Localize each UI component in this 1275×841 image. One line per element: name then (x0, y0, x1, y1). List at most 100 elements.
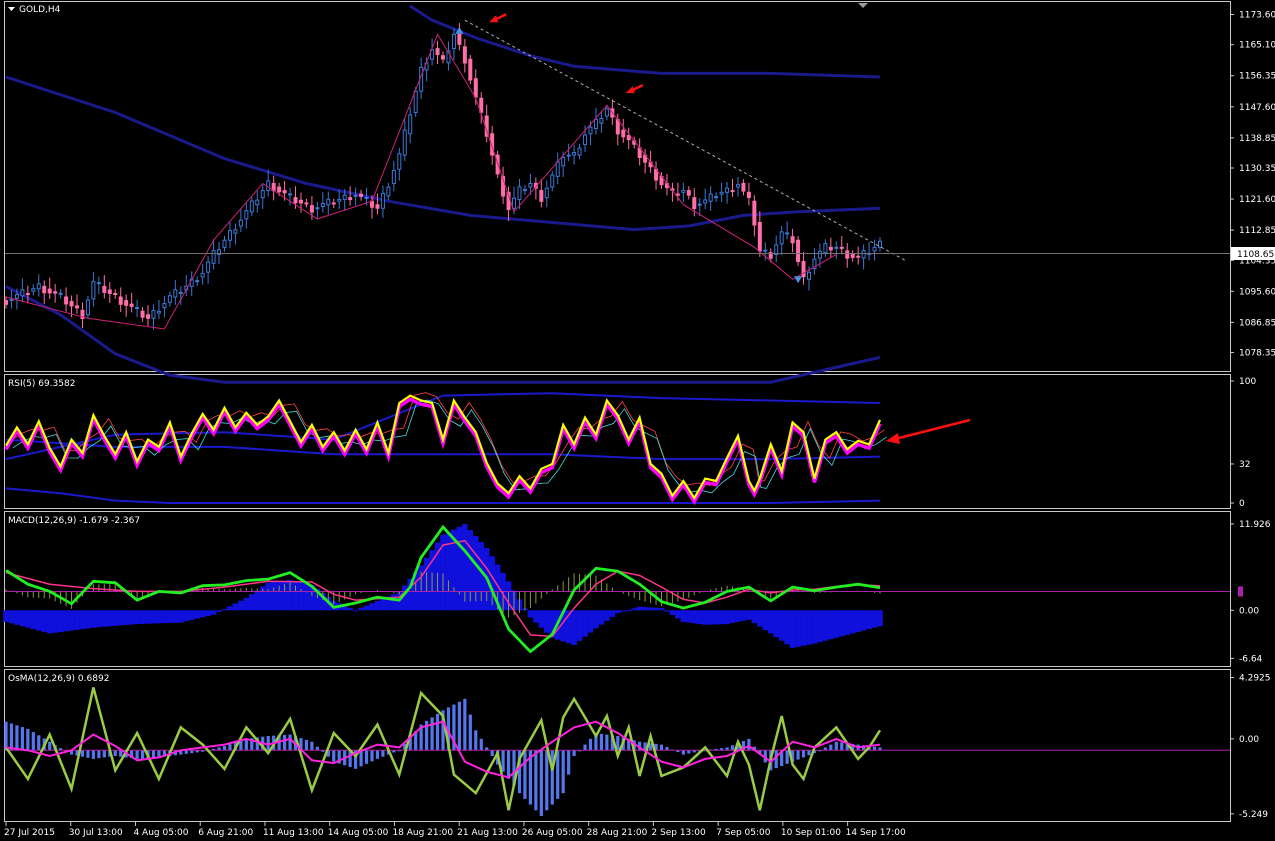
candle-body (156, 310, 161, 314)
macd-area-bar (576, 610, 583, 641)
macd-area-bar (167, 610, 173, 623)
macd-area-bar (292, 581, 299, 611)
macd-area-bar (106, 610, 113, 627)
candle-body (14, 294, 19, 299)
candle-body (309, 205, 314, 213)
candle-body (850, 253, 855, 258)
macd-axis-tick-label: 11.926 (1239, 520, 1271, 530)
macd-axis-tick-label: 0.00 (1239, 606, 1259, 616)
candle-body (555, 161, 560, 177)
osma-histogram-bar (774, 750, 778, 769)
candle-body (107, 289, 112, 294)
time-axis-label: 30 Jul 13:00 (69, 828, 123, 838)
candle-body (162, 303, 167, 309)
osma-histogram-bar (310, 741, 314, 751)
time-axis-label: 7 Sep 05:00 (716, 828, 771, 838)
macd-area-bar (691, 610, 698, 624)
candle-body (151, 310, 156, 319)
candle-body (872, 246, 877, 252)
candle-body (118, 296, 123, 305)
rsi-title: RSI(5) 69.3582 (8, 379, 75, 389)
macd-area-bar (276, 581, 282, 611)
macd-area-bar (35, 610, 42, 631)
osma-histogram-bar (97, 750, 101, 759)
candle-body (391, 169, 396, 184)
macd-area-bar (631, 608, 637, 611)
macd-area-bar (669, 610, 676, 615)
macd-area-bar (227, 606, 233, 611)
candle-body (566, 154, 571, 157)
macd-area-bar (680, 610, 687, 622)
macd-area-bar (713, 610, 719, 625)
candle-body (806, 271, 811, 280)
trading-chart[interactable]: 1173.60 1165.10 1156.35 1147.60 1138.85 1130.… (0, 0, 1275, 841)
macd-area-bar (746, 610, 752, 620)
osma-histogram-bar (545, 750, 549, 811)
candle-body (856, 255, 861, 258)
macd-area-bar (358, 607, 364, 611)
macd-area-bar (232, 603, 239, 611)
candle-body (413, 90, 418, 113)
macd-area-bar (696, 610, 703, 625)
candle-body (244, 210, 249, 220)
candle-body (599, 118, 604, 124)
time-axis-label: 18 Aug 21:00 (392, 828, 453, 838)
osma-histogram-bar (561, 750, 565, 794)
candle-body (173, 289, 178, 298)
candle-body (195, 280, 200, 283)
candle-body (714, 196, 719, 199)
candle-body (315, 207, 320, 210)
candle-body (282, 190, 287, 194)
osma-histogram-bar (468, 714, 472, 751)
osma-histogram-bar (435, 713, 440, 751)
macd-area-bar (598, 610, 605, 625)
macd-area-bar (795, 610, 801, 647)
candle-body (719, 191, 724, 195)
osma-histogram-bar (359, 750, 363, 767)
macd-area-bar (664, 610, 670, 612)
macd-area-bar (740, 610, 747, 621)
candle-body (364, 196, 369, 199)
macd-area-bar (686, 610, 692, 623)
macd-area-bar (188, 610, 195, 620)
candle-body (725, 187, 730, 193)
osma-histogram-bar (599, 733, 604, 751)
time-axis-label: 10 Sep 01:00 (781, 828, 841, 838)
macd-area-bar (380, 598, 386, 611)
osma-histogram-bar (48, 741, 52, 751)
time-axis-label: 26 Aug 05:00 (522, 828, 583, 838)
candle-body (512, 197, 517, 209)
macd-area-bar (849, 610, 856, 634)
price-axis-tick-label: 1078.35 (1239, 349, 1275, 359)
candle-body (380, 192, 385, 209)
candle-body (746, 191, 751, 198)
macd-area-bar (642, 607, 648, 611)
osma-histogram-bar (747, 738, 751, 751)
candle-body (233, 229, 238, 234)
candle-body (20, 289, 25, 297)
macd-area-bar (183, 610, 190, 622)
candle-body (752, 200, 757, 226)
candle-body (277, 186, 282, 193)
rsi-axis-tick-label: 100 (1239, 377, 1256, 387)
candle-body (686, 190, 691, 196)
osma-histogram-bar (556, 750, 560, 799)
candle-body (249, 200, 254, 213)
candle-body (222, 239, 227, 248)
time-axis-label: 14 Sep 17:00 (846, 828, 906, 838)
macd-area-bar (238, 600, 244, 611)
price-axis-tick-label: 1165.10 (1239, 41, 1275, 51)
osma-histogram-bar (26, 728, 30, 751)
candle-body (238, 219, 243, 227)
osma-histogram-bar (490, 750, 494, 756)
macd-area-bar (636, 606, 643, 611)
macd-area-bar (90, 610, 97, 628)
candle-body (211, 250, 216, 264)
candle-body (91, 281, 96, 300)
macd-area-bar (79, 610, 86, 630)
candle-body (167, 295, 172, 303)
macd-area-bar (877, 610, 883, 627)
macd-area-bar (838, 610, 845, 637)
candle-body (539, 190, 544, 202)
macd-area-bar (538, 610, 545, 628)
